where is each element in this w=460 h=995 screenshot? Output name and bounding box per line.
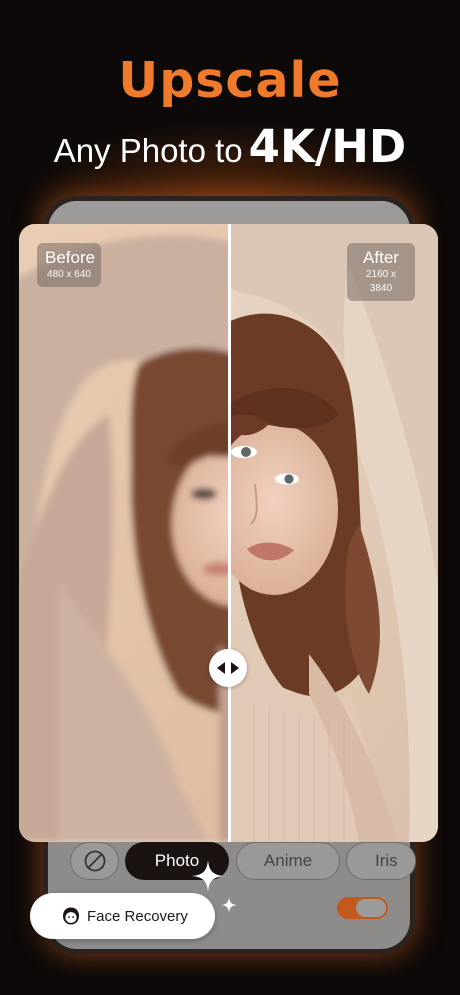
before-tag: Before 480 x 640: [37, 243, 101, 287]
left-right-arrows-icon: [217, 662, 239, 674]
sparkle-icon: [192, 860, 224, 892]
before-resolution: 480 x 640: [47, 269, 91, 280]
mode-chip-iris[interactable]: Iris: [346, 842, 416, 880]
mode-chip-label: Anime: [263, 851, 313, 870]
subheadline-lead: Any Photo to: [53, 132, 243, 169]
sparkle-small-icon: [221, 897, 237, 913]
mode-chip-anime[interactable]: Anime: [236, 842, 340, 880]
subheadline: Any Photo to 4K/HD: [0, 120, 460, 173]
comparison-divider[interactable]: [228, 224, 231, 842]
face-recovery-toggle[interactable]: [337, 897, 388, 919]
after-resolution: 2160 x 3840: [365, 269, 397, 294]
no-filter-icon: [84, 850, 105, 872]
face-recovery-label: Face Recovery: [87, 907, 188, 925]
subheadline-emphasis: 4K/HD: [248, 120, 407, 173]
face-recovery-button[interactable]: Face Recovery: [30, 893, 215, 939]
no-filter-chip[interactable]: [70, 842, 119, 880]
face-icon: [63, 907, 79, 925]
promo-screen: Upscale Any Photo to 4K/HD Before 480 x …: [0, 0, 460, 995]
comparison-slider-handle[interactable]: [209, 649, 247, 687]
after-tag: After 2160 x 3840: [347, 243, 415, 301]
toggle-knob: [356, 899, 386, 917]
after-label: After: [363, 248, 399, 267]
before-label: Before: [45, 248, 96, 267]
mode-chip-label: Iris: [375, 851, 398, 870]
headline: Upscale: [118, 52, 342, 109]
